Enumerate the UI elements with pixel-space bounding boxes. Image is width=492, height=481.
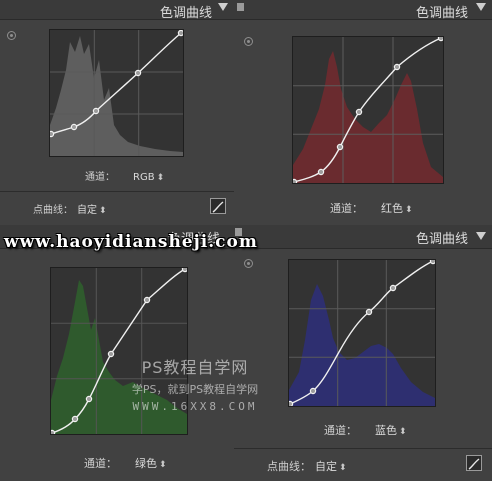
- channel-label: 通道：: [324, 424, 357, 437]
- tone-curve-panel-red: 色调曲线 通道： 红色 ⬍: [234, 0, 492, 225]
- dropdown-caret-icon[interactable]: ⬍: [399, 427, 407, 437]
- curve-point: [85, 395, 93, 403]
- curve-point: [71, 415, 79, 423]
- point-curve-selector[interactable]: 点曲线： 自定 ⬍: [33, 201, 107, 216]
- watermark-url: www.haoyidianshejі.com: [4, 232, 258, 252]
- curve-point: [336, 143, 344, 151]
- curve-point: [143, 296, 151, 304]
- point-curve-value[interactable]: 自定: [77, 205, 97, 216]
- pin-icon[interactable]: [7, 31, 16, 40]
- panel-header: 色调曲线: [234, 225, 492, 249]
- curve-point: [50, 130, 55, 138]
- panel-title: 色调曲线: [159, 6, 212, 21]
- curve-point: [429, 260, 435, 265]
- channel-value[interactable]: 绿色: [135, 457, 157, 470]
- tone-curve-panel-green: 通道： 绿色 ⬍: [0, 225, 234, 481]
- curve-graph[interactable]: [292, 36, 444, 184]
- curve-point: [293, 178, 298, 183]
- curve-point: [181, 268, 187, 273]
- tone-curve-panel-rgb: 色调曲线 通道： RGB ⬍ 点曲线： 自定 ⬍: [0, 0, 234, 225]
- curve-graph[interactable]: [288, 259, 436, 407]
- blue-histogram: [289, 284, 435, 406]
- panel-grip-icon[interactable]: [237, 3, 244, 11]
- divider: [0, 191, 234, 192]
- curve-tool-icon[interactable]: [210, 198, 226, 214]
- curve-point: [70, 123, 78, 131]
- channel-selector[interactable]: 通道： 绿色 ⬍: [84, 455, 167, 471]
- rgb-histogram: [50, 36, 183, 156]
- panel-title: 色调曲线: [415, 6, 468, 21]
- channel-selector[interactable]: 通道： 红色 ⬍: [330, 200, 413, 216]
- panel-title: 色调曲线: [415, 232, 468, 247]
- watermark-logo: PS教程自学网 学PS，就到PS教程自学网 WWW.16XX8.COM: [110, 354, 280, 413]
- watermark-subtitle: 学PS，就到PS教程自学网: [131, 383, 259, 396]
- panel-menu-icon[interactable]: [476, 3, 486, 11]
- curve-point: [51, 429, 56, 434]
- curve-point: [92, 107, 100, 115]
- curve-point: [365, 308, 373, 316]
- point-curve-value[interactable]: 自定: [315, 460, 337, 473]
- divider: [234, 448, 492, 449]
- curve-point: [393, 63, 401, 71]
- channel-label: 通道：: [85, 172, 115, 183]
- channel-value[interactable]: 红色: [381, 202, 403, 215]
- dropdown-caret-icon[interactable]: ⬍: [99, 206, 107, 216]
- curve-graph[interactable]: [49, 29, 184, 157]
- curve-point: [355, 108, 363, 116]
- curve-point: [134, 69, 142, 77]
- curve-point: [289, 400, 294, 406]
- panel-menu-icon[interactable]: [218, 3, 228, 11]
- dropdown-caret-icon[interactable]: ⬍: [339, 463, 347, 473]
- curve-point: [437, 37, 443, 42]
- point-curve-label: 点曲线：: [267, 460, 311, 473]
- channel-selector[interactable]: 通道： RGB ⬍: [85, 168, 164, 183]
- watermark-title: PS教程自学网: [141, 358, 249, 377]
- channel-label: 通道：: [84, 457, 117, 470]
- curve-point: [177, 30, 183, 37]
- channel-value[interactable]: 蓝色: [375, 424, 397, 437]
- point-curve-label: 点曲线：: [33, 205, 73, 216]
- watermark-site: WWW.16XX8.COM: [132, 400, 258, 413]
- curve-point: [389, 284, 397, 292]
- panel-header: 色调曲线: [234, 0, 492, 21]
- curve-tool-icon[interactable]: [466, 455, 482, 471]
- curve-point: [317, 168, 325, 176]
- point-curve-selector[interactable]: 点曲线： 自定 ⬍: [267, 458, 347, 474]
- channel-value[interactable]: RGB: [133, 172, 155, 183]
- pin-icon[interactable]: [244, 259, 253, 268]
- red-histogram: [293, 51, 443, 183]
- dropdown-caret-icon[interactable]: ⬍: [157, 173, 165, 183]
- panel-header: 色调曲线: [0, 0, 234, 21]
- channel-selector[interactable]: 通道： 蓝色 ⬍: [324, 422, 407, 438]
- dropdown-caret-icon[interactable]: ⬍: [159, 460, 167, 470]
- pin-icon[interactable]: [244, 37, 253, 46]
- tone-curve-panel-blue: 色调曲线 通道： 蓝色 ⬍ 点曲线： 自定 ⬍: [234, 225, 492, 481]
- dropdown-caret-icon[interactable]: ⬍: [405, 205, 413, 215]
- channel-label: 通道：: [330, 202, 363, 215]
- panel-menu-icon[interactable]: [476, 232, 486, 240]
- curve-point: [309, 387, 317, 395]
